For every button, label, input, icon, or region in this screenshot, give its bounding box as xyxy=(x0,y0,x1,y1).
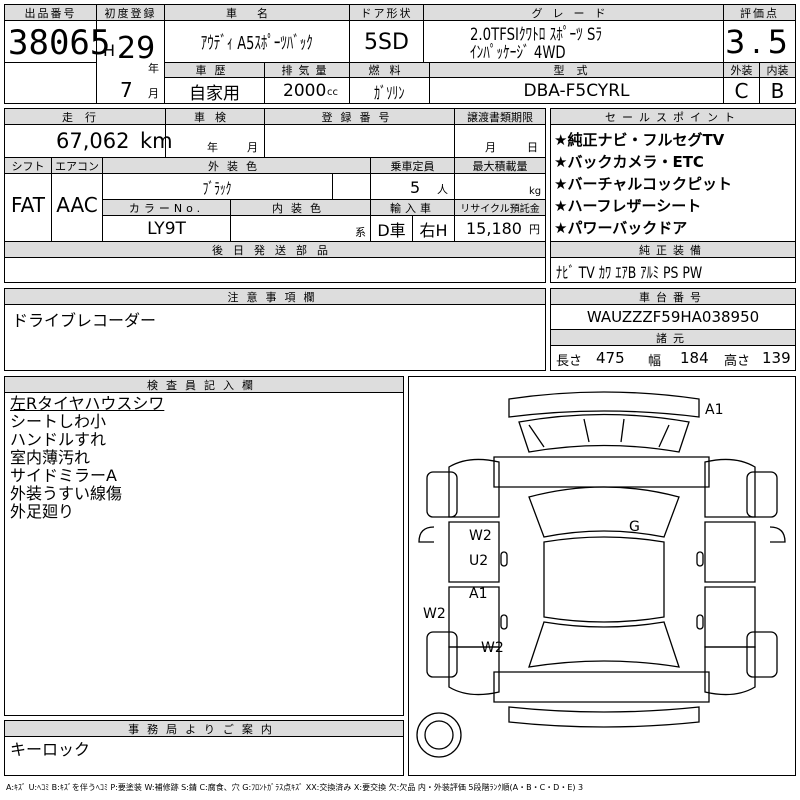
model-code-header: 型式 xyxy=(430,63,723,78)
cautions-header: 注意事項欄 xyxy=(5,289,545,305)
plate-header: 登録番号 xyxy=(265,109,454,125)
car-name: ｱｳﾃﾞｨ A5ｽﾎﾟｰﾂﾊﾞｯｸ xyxy=(201,33,313,54)
handle-value: 右H xyxy=(419,220,448,240)
sales-point-2: ★バックカメラ・ETC xyxy=(554,152,704,171)
sales-point-1: ★純正ナビ・フルセグTV xyxy=(554,130,725,149)
recycle-value: 15,180 xyxy=(466,219,522,238)
score-header: 評価点 xyxy=(724,5,795,21)
shift-header: シフト xyxy=(5,158,51,174)
max-load-header: 最大積載量 xyxy=(455,158,545,174)
car-diagram: A1 G W2 U2 A1 W2 W2 xyxy=(408,376,796,776)
inspector-note: 室内薄汚れ xyxy=(10,448,91,467)
cautions-text: ドライブレコーダー xyxy=(12,311,157,330)
month-suffix: 月 xyxy=(148,87,159,100)
ext-color-value: ﾌﾞﾗｯｸ xyxy=(203,179,232,198)
sales-point-5: ★パワーバックドア xyxy=(554,218,688,237)
import-value: D車 xyxy=(377,220,406,240)
fuel-value: ｶﾞｿﾘﾝ xyxy=(374,83,405,104)
damage-mark-w2-b: W2 xyxy=(481,640,504,656)
car-diagram-svg xyxy=(416,391,786,758)
history-header: 車歴 xyxy=(165,63,264,78)
displacement-value: 2000 xyxy=(283,81,327,101)
mileage-value: 67,062 xyxy=(56,129,130,153)
first-registration-header: 初度登録 xyxy=(97,5,164,21)
damage-mark-w2-a: W2 xyxy=(469,528,492,544)
first-registration-month: 7 xyxy=(120,78,133,102)
transfer-month-unit: 月 xyxy=(485,141,496,154)
shift-value: FAT xyxy=(10,193,45,217)
color-no-value: LY9T xyxy=(147,218,186,239)
width-value: 184 xyxy=(680,349,709,367)
damage-mark-g: G xyxy=(629,519,640,535)
era-prefix: H xyxy=(103,40,116,60)
equipment-value: ﾅﾋﾞ TV ｶﾜ ｴｱB ｱﾙﾐ PS PW xyxy=(556,263,703,282)
lot-number: 38065 xyxy=(8,23,111,63)
capacity-header: 乗車定員 xyxy=(371,158,454,174)
inspector-note: サイドミラーA xyxy=(10,466,117,485)
inspector-note: 外足廻り xyxy=(10,502,75,521)
height-label: 高さ xyxy=(724,353,751,369)
inspector-note: シートしわ小 xyxy=(10,412,107,431)
inspector-header: 検査員記入欄 xyxy=(5,377,403,393)
score-value: 3.5 xyxy=(725,23,794,61)
inspector-note: 左Rタイヤハウスシワ xyxy=(10,394,165,413)
mileage-header: 走行 xyxy=(5,109,165,125)
import-header: 輸入車 xyxy=(371,200,454,216)
inspector-note: 外装うすい線傷 xyxy=(10,484,123,503)
recycle-unit: 円 xyxy=(529,223,540,236)
car-name-header: 車名 xyxy=(165,5,349,21)
sales-point-4: ★ハーフレザーシート xyxy=(554,196,702,215)
office-text: キーロック xyxy=(10,740,91,759)
model-code-value: DBA-F5CYRL xyxy=(523,81,630,101)
displacement-unit: cc xyxy=(327,86,338,98)
sales-point-3: ★バーチャルコックピット xyxy=(554,174,732,193)
damage-mark-a1-mid: A1 xyxy=(469,586,488,602)
damage-mark-u2: U2 xyxy=(469,553,489,569)
chassis-number: WAUZZZF59HA038950 xyxy=(586,308,760,326)
displacement-header: 排気量 xyxy=(265,63,349,78)
length-value: 475 xyxy=(596,349,625,367)
damage-mark-a1-top: A1 xyxy=(705,402,724,418)
transfer-doc-header: 譲渡書類期限 xyxy=(455,109,545,125)
ext-color-header: 外装色 xyxy=(103,158,370,174)
int-color-header: 内装色 xyxy=(231,200,370,216)
inspection-header: 車検 xyxy=(166,109,264,125)
length-label: 長さ xyxy=(556,353,583,369)
inspector-note: ハンドルすれ xyxy=(10,430,107,449)
exterior-grade-header: 外装 xyxy=(724,63,759,78)
interior-grade-value: B xyxy=(770,79,785,103)
lot-number-header: 出品番号 xyxy=(5,5,96,21)
door-type: 5SD xyxy=(364,29,409,55)
recycle-header: リサイクル預託金 xyxy=(455,200,545,216)
door-header: ドア形状 xyxy=(350,5,423,21)
exterior-grade-value: C xyxy=(734,79,749,103)
transfer-day-unit: 日 xyxy=(527,141,538,154)
dimensions-header: 諸元 xyxy=(551,330,795,346)
capacity-unit: 人 xyxy=(437,183,448,196)
legend: A:ｷｽﾞ U:ﾍｺﾐ B:ｷｽﾞを伴うﾍｺﾐ P:要塗装 W:補修跡 S:錆 … xyxy=(6,782,584,792)
equipment-header: 純正装備 xyxy=(551,242,795,258)
interior-grade-header: 内装 xyxy=(760,63,795,78)
inspector-notes: 左Rタイヤハウスシワ シートしわ小 ハンドルすれ 室内薄汚れ サイドミラーA 外… xyxy=(10,395,164,521)
color-no-header: カラーNo. xyxy=(103,200,230,216)
ac-header: エアコン xyxy=(52,158,102,174)
sales-points-header: セールスポイント xyxy=(551,109,795,125)
chassis-header: 車台番号 xyxy=(551,289,795,305)
ac-value: AAC xyxy=(56,193,98,217)
inspection-month-unit: 月 xyxy=(247,141,258,154)
fuel-header: 燃料 xyxy=(350,63,429,78)
height-value: 139 xyxy=(762,349,791,367)
grade-line-2: ｲﾝﾊﾟｯｹｰｼﾞ 4WD xyxy=(470,42,566,63)
office-header: 事務局よりご案内 xyxy=(5,721,403,737)
max-load-unit: kg xyxy=(529,185,542,197)
capacity-value: 5 xyxy=(410,177,421,197)
width-label: 幅 xyxy=(648,353,662,369)
history-value: 自家用 xyxy=(189,83,240,104)
int-color-suffix: 系 xyxy=(355,226,366,239)
mileage-unit: km xyxy=(140,129,173,153)
inspection-year-unit: 年 xyxy=(207,141,218,154)
later-parts-header: 後日発送部品 xyxy=(5,242,545,258)
year-suffix: 年 xyxy=(148,62,159,75)
damage-mark-w2-side: W2 xyxy=(423,606,446,622)
